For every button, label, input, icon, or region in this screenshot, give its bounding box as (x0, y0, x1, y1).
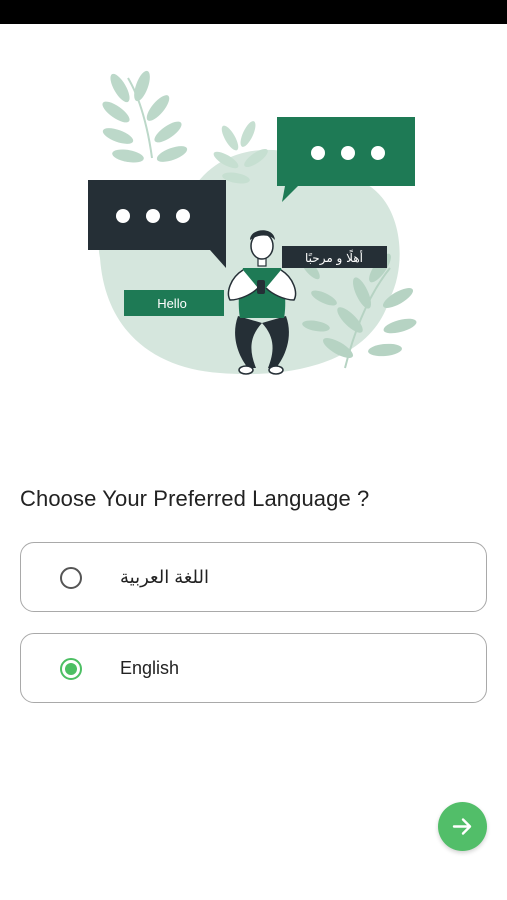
arabic-greeting-bubble: أهلًا و مرحبًا (282, 246, 387, 268)
option-arabic[interactable]: اللغة العربية (20, 542, 487, 612)
option-english-label: English (120, 658, 180, 678)
radio-unchecked-icon[interactable] (60, 567, 82, 589)
leaves-top-left (102, 70, 188, 163)
hello-text: Hello (157, 296, 187, 311)
status-bar (0, 0, 507, 24)
hero-illustration: Hello أهلًا و مرحبًا (80, 68, 430, 388)
option-arabic-label: اللغة العربية (120, 567, 209, 587)
hello-bubble: Hello (124, 290, 224, 316)
arabic-greeting-text: أهلًا و مرحبًا (305, 249, 363, 266)
language-question-title: Choose Your Preferred Language ? (20, 486, 370, 511)
arrow-right-icon (452, 818, 472, 835)
radio-dot (65, 663, 77, 675)
option-english[interactable]: English (20, 633, 487, 703)
radio-checked-icon[interactable] (60, 658, 82, 680)
next-button[interactable] (438, 802, 487, 851)
